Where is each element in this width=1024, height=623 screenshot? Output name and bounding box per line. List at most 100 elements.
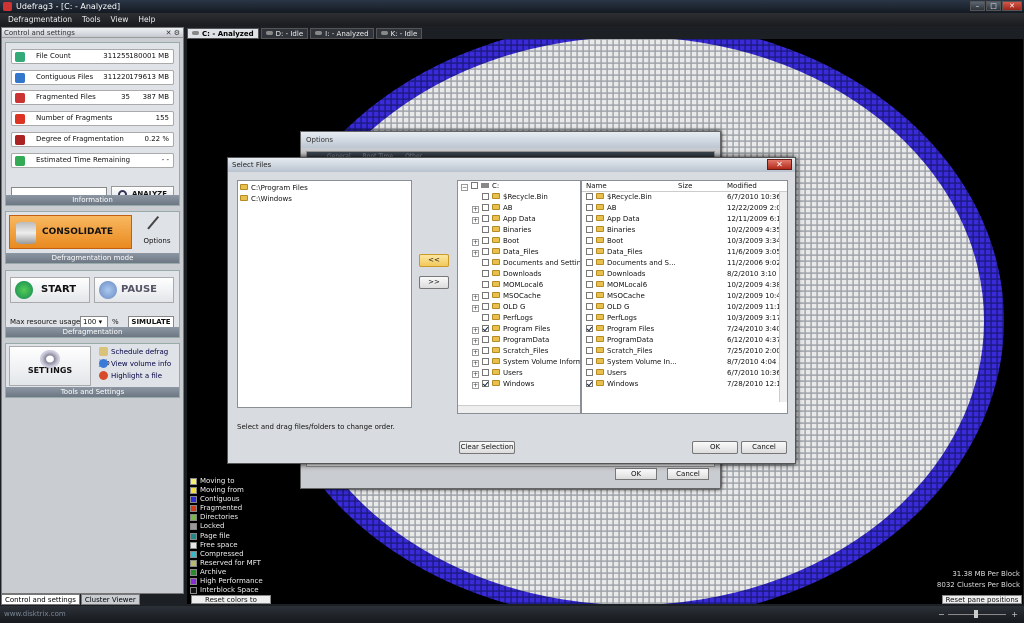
tree-item[interactable]: + Users xyxy=(458,368,580,379)
settings-button[interactable]: SETTINGS xyxy=(9,346,91,386)
tree-item[interactable]: + App Data xyxy=(458,214,580,225)
menu-view[interactable]: View xyxy=(111,13,129,26)
legend-item[interactable]: Contiguous xyxy=(188,495,298,504)
status-text[interactable]: www.disktrix.com xyxy=(4,610,66,618)
checkbox[interactable] xyxy=(586,270,593,277)
file-row[interactable]: MSOCache 10/2/2009 10:45 xyxy=(582,291,787,302)
expand-icon[interactable]: + xyxy=(472,305,479,312)
legend-item[interactable]: Directories xyxy=(188,513,298,522)
tab-c[interactable]: C: - Analyzed xyxy=(187,28,259,39)
legend-item[interactable]: Archive xyxy=(188,568,298,577)
consolidate-button[interactable]: CONSOLIDATE xyxy=(9,215,132,249)
file-row[interactable]: $Recycle.Bin 6/7/2010 10:36 A xyxy=(582,192,787,203)
tree-item[interactable]: + System Volume Information xyxy=(458,357,580,368)
checkbox[interactable] xyxy=(471,182,478,189)
file-list-scrollbar[interactable] xyxy=(779,192,787,402)
checkbox[interactable] xyxy=(482,369,489,376)
close-button[interactable]: ✕ xyxy=(1002,1,1022,11)
move-left-button[interactable]: << xyxy=(419,254,449,267)
options-ok-button[interactable]: OK xyxy=(615,468,657,480)
expand-icon[interactable]: + xyxy=(472,371,479,378)
file-row[interactable]: Binaries 10/2/2009 4:35 P xyxy=(582,225,787,236)
file-list[interactable]: Name Size Modified $Recycle.Bin 6/7/2010 … xyxy=(581,180,788,414)
file-row[interactable]: MOMLocal6 10/2/2009 4:38 P xyxy=(582,280,787,291)
maximize-button[interactable]: □ xyxy=(986,1,1001,11)
expand-icon[interactable]: + xyxy=(472,382,479,389)
checkbox[interactable] xyxy=(586,347,593,354)
order-list[interactable]: C:\Program Files C:\Windows xyxy=(237,180,412,408)
checkbox[interactable] xyxy=(482,336,489,343)
checkbox[interactable] xyxy=(482,358,489,365)
tab-cluster-viewer[interactable]: Cluster Viewer xyxy=(80,594,140,605)
legend-item[interactable]: Moving from xyxy=(188,486,298,495)
legend-item[interactable]: Free space xyxy=(188,541,298,550)
checkbox[interactable] xyxy=(586,204,593,211)
checkbox[interactable] xyxy=(586,281,593,288)
reset-colors-button[interactable]: Reset colors to default xyxy=(191,595,271,612)
checkbox[interactable] xyxy=(482,193,489,200)
checkbox[interactable] xyxy=(482,281,489,288)
expand-icon[interactable]: + xyxy=(472,327,479,334)
tree-item[interactable]: +Binaries xyxy=(458,225,580,236)
list-item[interactable]: C:\Windows xyxy=(240,194,409,205)
tree-item[interactable]: + Program Files xyxy=(458,324,580,335)
file-row[interactable]: Program Files 7/24/2010 3:40 P xyxy=(582,324,787,335)
tab-k[interactable]: K: - Idle xyxy=(375,28,423,39)
file-row[interactable]: AB 12/22/2009 2:01 xyxy=(582,203,787,214)
expand-icon[interactable]: + xyxy=(472,338,479,345)
checkbox[interactable] xyxy=(482,347,489,354)
expand-icon[interactable]: + xyxy=(472,239,479,246)
pause-button[interactable]: PAUSE xyxy=(94,277,174,303)
zoom-in-icon[interactable]: + xyxy=(1011,606,1018,623)
expand-icon[interactable]: + xyxy=(472,217,479,224)
file-row[interactable]: Documents and S... 11/2/2006 9:02 A xyxy=(582,258,787,269)
move-right-button[interactable]: >> xyxy=(419,276,449,289)
volume-info-link[interactable]: View volume info xyxy=(99,359,171,370)
checkbox[interactable] xyxy=(586,380,593,387)
checkbox[interactable] xyxy=(482,215,489,222)
checkbox[interactable] xyxy=(482,226,489,233)
panel-header-controls[interactable]: ✕ ⚙ xyxy=(166,28,180,38)
checkbox[interactable] xyxy=(482,325,489,332)
tree-horizontal-scrollbar[interactable] xyxy=(458,405,580,413)
checkbox[interactable] xyxy=(586,336,593,343)
file-row[interactable]: Data_Files 11/6/2009 3:05 P xyxy=(582,247,787,258)
tree-item[interactable]: + Data_Files xyxy=(458,247,580,258)
checkbox[interactable] xyxy=(482,380,489,387)
file-row[interactable]: Boot 10/3/2009 3:34 P xyxy=(582,236,787,247)
file-row[interactable]: Downloads 8/2/2010 3:10 PM xyxy=(582,269,787,280)
tab-d[interactable]: D: - Idle xyxy=(260,28,309,39)
zoom-slider[interactable]: − + xyxy=(938,610,1018,619)
minimize-button[interactable]: – xyxy=(970,1,985,11)
checkbox[interactable] xyxy=(586,193,593,200)
tree-item[interactable]: +Downloads xyxy=(458,269,580,280)
zoom-out-icon[interactable]: − xyxy=(938,606,945,623)
legend-item[interactable]: Moving to xyxy=(188,477,298,486)
legend-item[interactable]: Fragmented xyxy=(188,504,298,513)
tab-control-settings[interactable]: Control and settings xyxy=(1,594,80,605)
menu-tools[interactable]: Tools xyxy=(82,13,100,26)
checkbox[interactable] xyxy=(482,270,489,277)
ok-button[interactable]: OK xyxy=(692,441,738,454)
cancel-button[interactable]: Cancel xyxy=(741,441,787,454)
expand-icon[interactable]: + xyxy=(472,360,479,367)
tree-item[interactable]: +Documents and Settings xyxy=(458,258,580,269)
file-row[interactable]: PerfLogs 10/3/2009 3:17 A xyxy=(582,313,787,324)
tree-item[interactable]: +$Recycle.Bin xyxy=(458,192,580,203)
column-name[interactable]: Name xyxy=(586,181,607,192)
file-row[interactable]: Users 6/7/2010 10:36 A xyxy=(582,368,787,379)
checkbox[interactable] xyxy=(482,314,489,321)
checkbox[interactable] xyxy=(586,325,593,332)
checkbox[interactable] xyxy=(586,248,593,255)
checkbox[interactable] xyxy=(586,303,593,310)
column-size[interactable]: Size xyxy=(678,181,692,192)
tree-item[interactable]: + AB xyxy=(458,203,580,214)
checkbox[interactable] xyxy=(482,259,489,266)
highlight-link[interactable]: Highlight a file xyxy=(99,371,162,382)
tree-item[interactable]: +PerfLogs xyxy=(458,313,580,324)
legend-item[interactable]: Locked xyxy=(188,522,298,531)
file-row[interactable]: System Volume In... 8/7/2010 4:04 AI xyxy=(582,357,787,368)
tree-item[interactable]: + ProgramData xyxy=(458,335,580,346)
options-button[interactable]: Options xyxy=(139,215,175,249)
legend-item[interactable]: Interblock Space xyxy=(188,586,298,595)
